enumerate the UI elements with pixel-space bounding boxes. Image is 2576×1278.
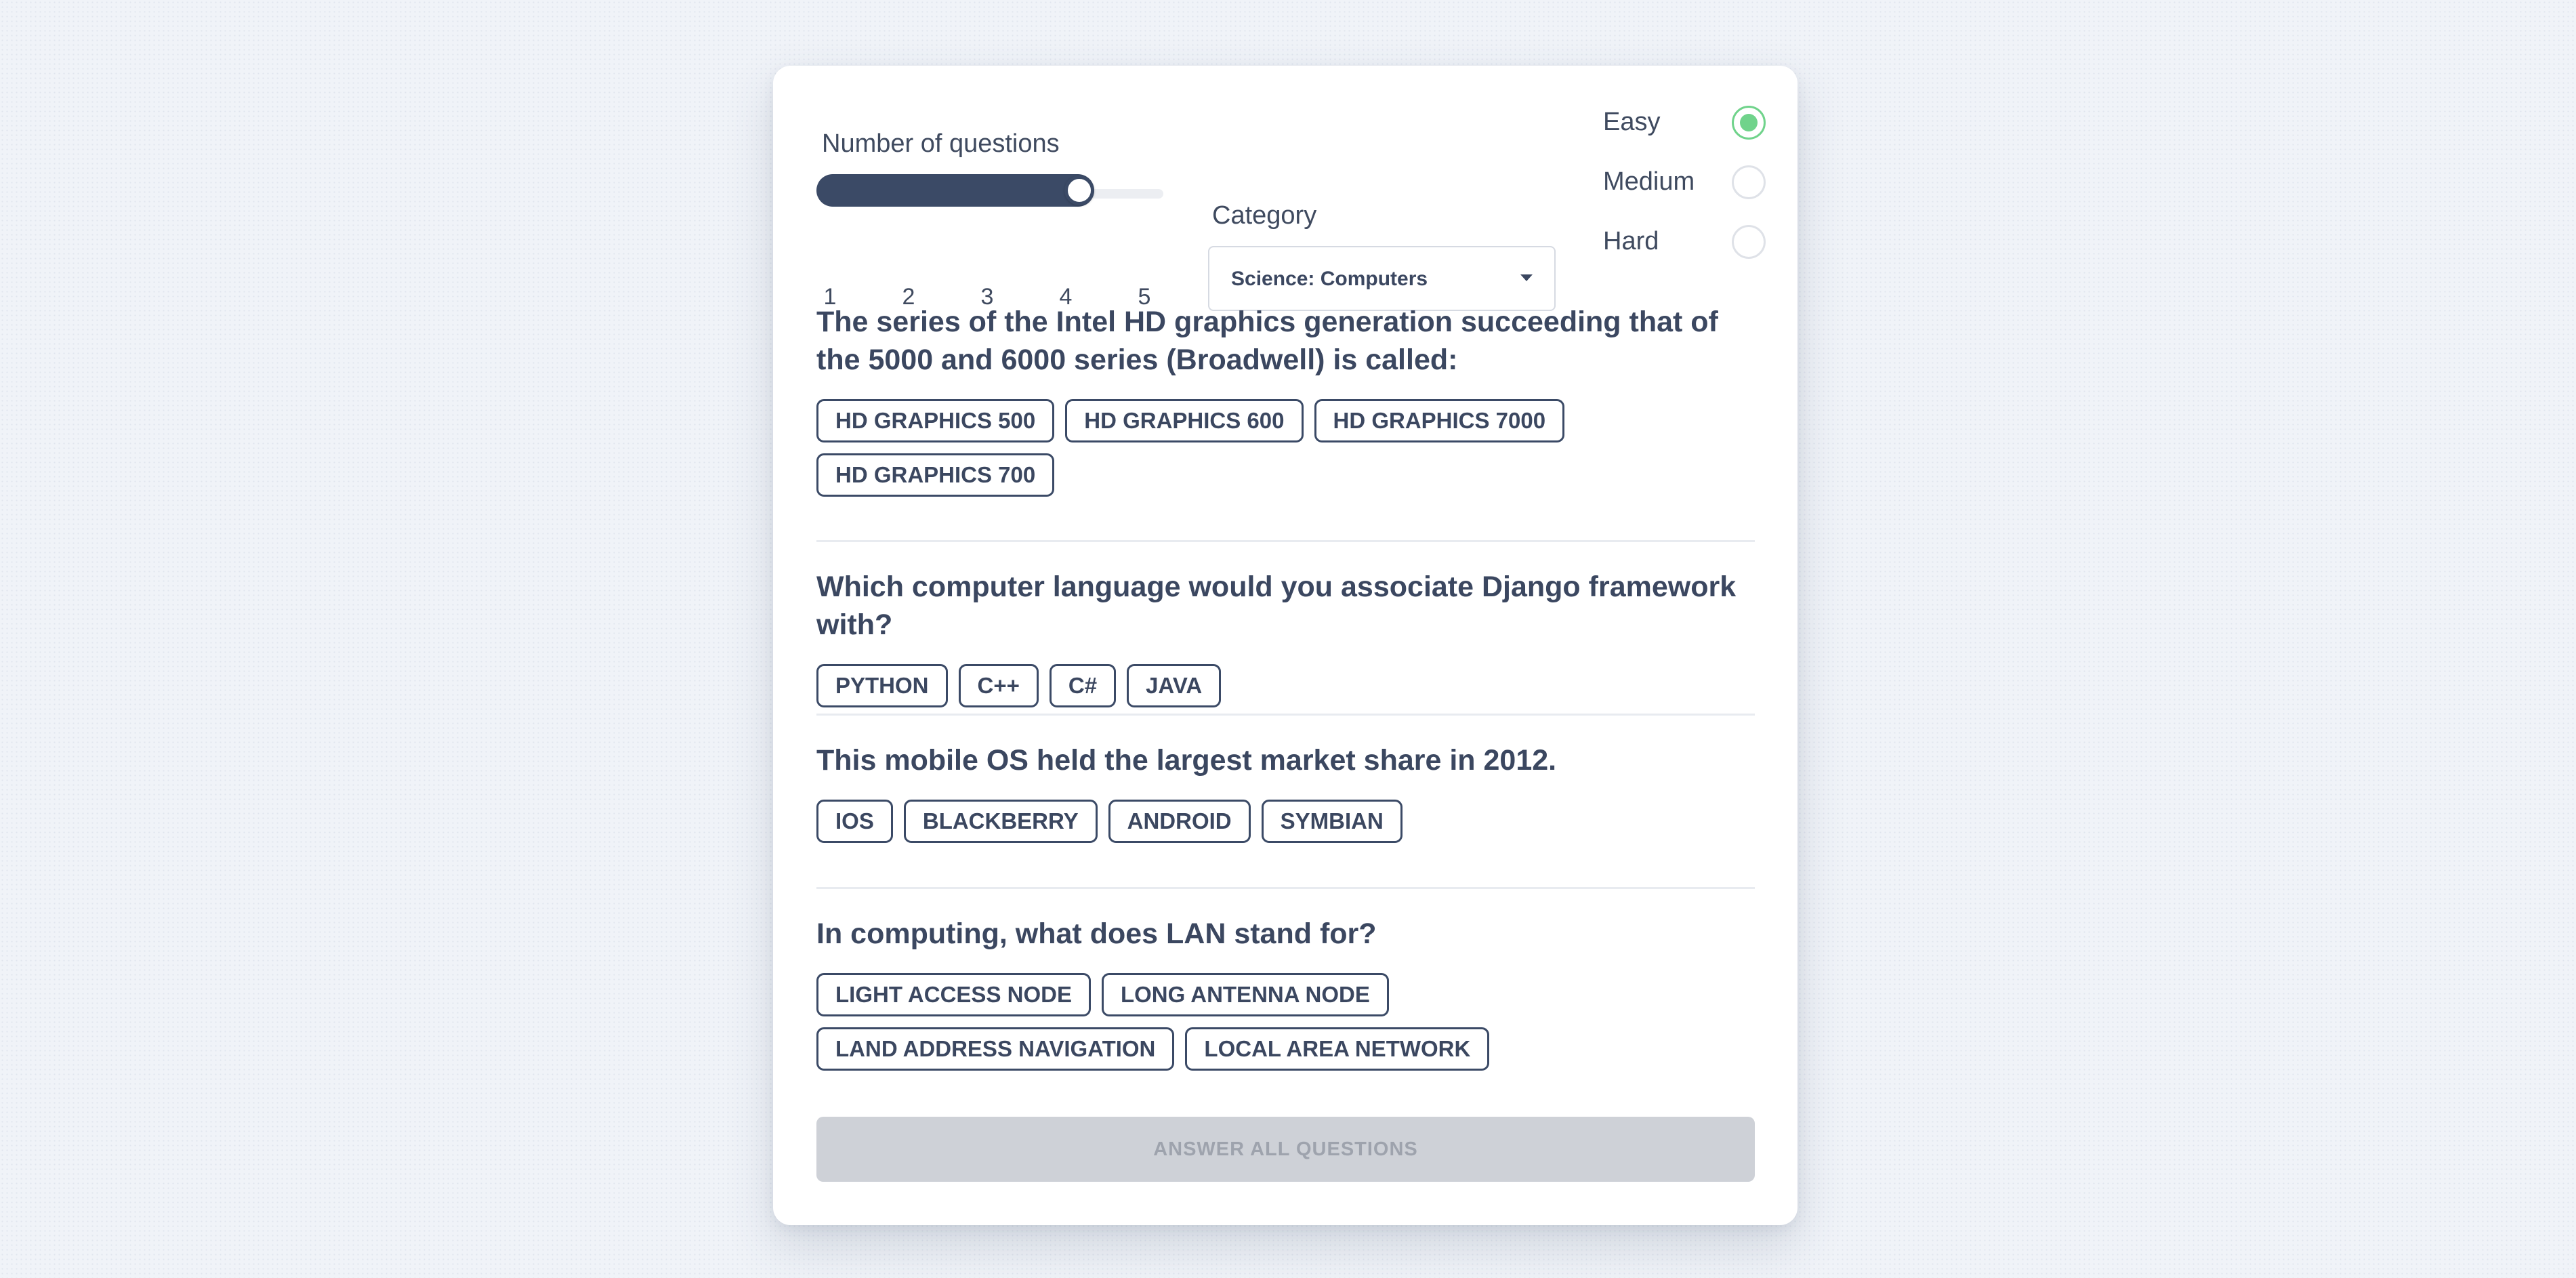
difficulty-option-easy[interactable]: Easy (1603, 102, 1766, 143)
slider-thumb[interactable] (1064, 176, 1094, 205)
answer-button[interactable]: HD GRAPHICS 700 (816, 453, 1055, 497)
radio-button[interactable] (1732, 165, 1766, 199)
category-label: Category (1212, 201, 1317, 230)
difficulty-label: Easy (1603, 108, 1661, 136)
answer-button[interactable]: PYTHON (816, 664, 948, 707)
question-text: Which computer language would you associ… (816, 571, 1737, 641)
answer-all-questions-button[interactable]: ANSWER ALL QUESTIONS (816, 1117, 1755, 1182)
difficulty-label: Medium (1603, 167, 1695, 196)
slider-fill (816, 174, 1094, 207)
answer-button[interactable]: HD GRAPHICS 500 (816, 399, 1055, 442)
question-block: Which computer language would you associ… (816, 568, 1755, 718)
question-block: In computing, what does LAN stand for? L… (816, 915, 1755, 1081)
answer-button[interactable]: IOS (816, 800, 893, 843)
answer-button[interactable]: LONG ANTENNA NODE (1101, 973, 1389, 1016)
answer-button[interactable]: HD GRAPHICS 600 (1065, 399, 1304, 442)
difficulty-option-medium[interactable]: Medium (1603, 162, 1766, 203)
question-block: This mobile OS held the largest market s… (816, 741, 1755, 854)
radio-button[interactable] (1732, 106, 1766, 140)
divider (816, 540, 1755, 542)
quiz-card: Number of questions 1 2 3 4 5 Category S… (773, 66, 1798, 1225)
answer-options: PYTHON C++ C# JAVA (816, 664, 1755, 718)
number-of-questions-label: Number of questions (822, 129, 1060, 158)
answer-button[interactable]: ANDROID (1108, 800, 1251, 843)
answer-button[interactable]: C++ (958, 664, 1039, 707)
caret-down-icon (1520, 274, 1533, 281)
answer-button[interactable]: SYMBIAN (1261, 800, 1403, 843)
number-of-questions-slider[interactable] (816, 174, 1163, 208)
answer-button[interactable]: LOCAL AREA NETWORK (1185, 1027, 1490, 1071)
divider (816, 887, 1755, 889)
answer-button[interactable]: JAVA (1127, 664, 1222, 707)
answer-button[interactable]: LIGHT ACCESS NODE (816, 973, 1091, 1016)
answer-options: LIGHT ACCESS NODE LONG ANTENNA NODE LAND… (816, 973, 1755, 1081)
category-select[interactable]: Science: Computers (1208, 246, 1556, 311)
question-block: The series of the Intel HD graphics gene… (816, 303, 1755, 508)
answer-button[interactable]: LAND ADDRESS NAVIGATION (816, 1027, 1175, 1071)
difficulty-label: Hard (1603, 227, 1659, 255)
category-selected-value: Science: Computers (1231, 268, 1428, 290)
radio-button[interactable] (1732, 225, 1766, 259)
answer-button[interactable]: C# (1049, 664, 1117, 707)
question-text: In computing, what does LAN stand for? (816, 918, 1377, 950)
answer-button[interactable]: HD GRAPHICS 7000 (1314, 399, 1565, 442)
question-text: The series of the Intel HD graphics gene… (816, 306, 1718, 376)
answer-options: HD GRAPHICS 500 HD GRAPHICS 600 HD GRAPH… (816, 399, 1755, 508)
answer-button[interactable]: BLACKBERRY (903, 800, 1098, 843)
difficulty-option-hard[interactable]: Hard (1603, 222, 1766, 262)
divider (816, 714, 1755, 716)
answer-options: IOS BLACKBERRY ANDROID SYMBIAN (816, 800, 1755, 854)
question-text: This mobile OS held the largest market s… (816, 744, 1557, 777)
